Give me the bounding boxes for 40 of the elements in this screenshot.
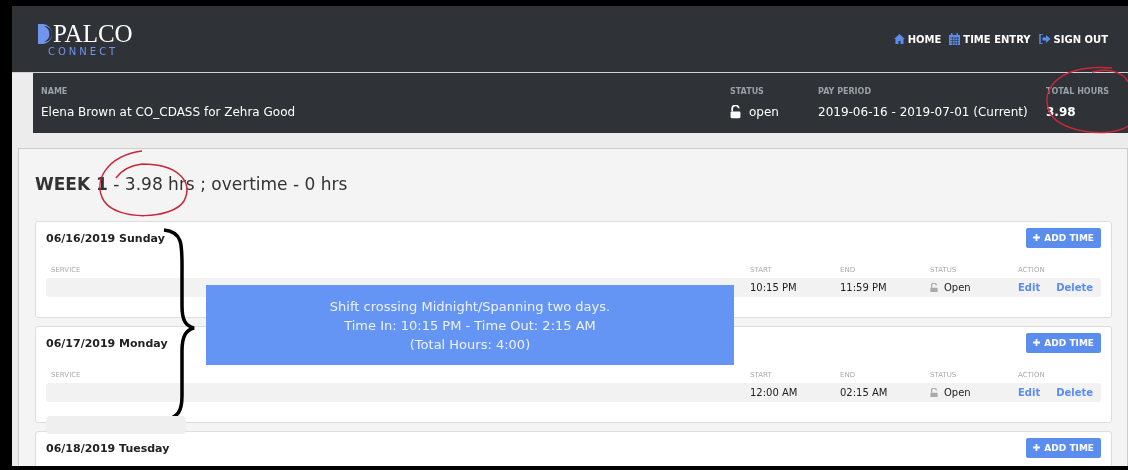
add-time-button[interactable]: ADD TIME — [1026, 333, 1101, 353]
action-link[interactable]: Delete — [1056, 387, 1094, 398]
nav-link[interactable]: TIME ENTRY — [949, 33, 1031, 45]
field-value: open — [749, 105, 779, 119]
day-date: 06/18/2019 Tuesday — [46, 441, 170, 455]
plus-icon — [1033, 234, 1041, 241]
status-text: Open — [944, 282, 971, 293]
action-link[interactable]: Delete — [1056, 282, 1094, 293]
field-value: Elena Brown at CO_CDASS for Zehra Good — [41, 105, 296, 119]
callout-text: Shift crossing Midnight/Spanning two days. — [329, 297, 611, 316]
day-date: 06/16/2019 Sunday — [46, 231, 165, 245]
unlocked-padlock-icon — [930, 387, 938, 398]
add-time-button[interactable]: ADD TIME — [1026, 438, 1101, 458]
action-link[interactable]: Edit — [1018, 282, 1041, 293]
field-label: PAY PERIOD — [818, 87, 873, 96]
day-date: 06/17/2019 Monday — [46, 336, 168, 350]
table-cell-text: 02:15 AM — [840, 387, 889, 398]
field-label: NAME — [41, 87, 69, 96]
logo-tagline: CONNECT — [48, 46, 119, 57]
nav-link[interactable]: SIGN OUT — [1038, 33, 1108, 45]
callout-text: Time In: 10:15 PM - Time Out: 2:15 AM — [344, 316, 596, 335]
action-link[interactable]: Edit — [1018, 387, 1041, 398]
calendar-icon — [949, 33, 961, 45]
table-cell-text: 12:00 AM — [750, 387, 799, 398]
unlocked-padlock-icon — [930, 282, 938, 293]
field-label: STATUS — [730, 87, 765, 96]
plus-icon — [1033, 339, 1041, 346]
sign-out-icon — [1038, 34, 1051, 44]
table-cell-text: 10:15 PM — [750, 282, 798, 293]
table-cell-text: 11:59 PM — [840, 282, 888, 293]
logo-name: PALCO — [53, 21, 133, 46]
unlocked-padlock-icon — [730, 105, 741, 119]
callout-text: (Total Hours: 4:00) — [409, 335, 531, 354]
nav-link[interactable]: HOME — [893, 33, 942, 45]
add-time-button[interactable]: ADD TIME — [1026, 228, 1101, 248]
logo-icon — [38, 23, 52, 44]
home-icon — [893, 34, 905, 44]
field-value: 2019-06-16 - 2019-07-01 (Current) — [818, 105, 1028, 119]
plus-icon — [1033, 444, 1041, 451]
status-text: Open — [944, 387, 971, 398]
